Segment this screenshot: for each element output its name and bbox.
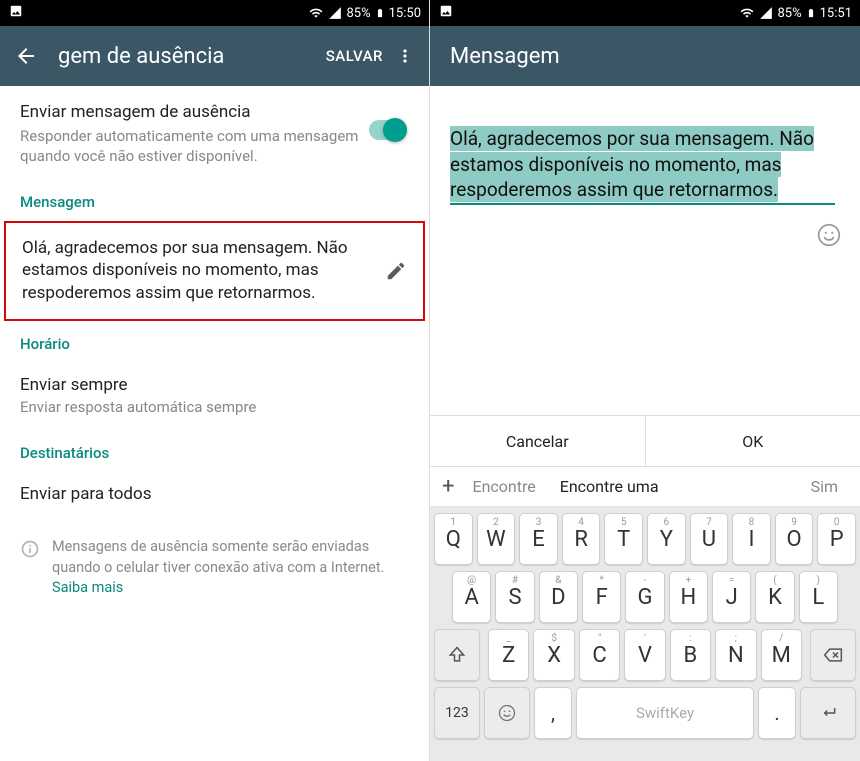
status-bar: 85% 15:51 <box>430 0 860 26</box>
suggestion-2[interactable]: Encontre uma <box>560 477 659 496</box>
backspace-icon <box>821 645 845 665</box>
key-i[interactable]: 8I <box>732 513 771 565</box>
message-preview-text: Olá, agradecemos por sua mensagem. Não e… <box>22 237 385 306</box>
key-q[interactable]: 1Q <box>434 513 473 565</box>
input-underline <box>450 203 835 205</box>
key-e[interactable]: 3E <box>519 513 558 565</box>
away-message-toggle[interactable] <box>369 120 405 140</box>
key-u[interactable]: 7U <box>690 513 729 565</box>
keyboard-row-1: 1Q2W3E4R5T6Y7U8I9O0P <box>434 513 856 565</box>
key-c[interactable]: "C <box>579 629 620 681</box>
key-s[interactable]: #S <box>495 571 534 623</box>
key-t[interactable]: 5T <box>604 513 643 565</box>
schedule-subtitle: Enviar resposta automática sempre <box>20 398 409 416</box>
message-preview-row[interactable]: Olá, agradecemos por sua mensagem. Não e… <box>4 221 425 322</box>
section-schedule-label: Horário <box>0 321 429 363</box>
wifi-icon <box>739 6 755 20</box>
toggle-subtitle: Responder automaticamente com uma mensag… <box>20 126 369 167</box>
key-k[interactable]: (K <box>755 571 794 623</box>
page-title: Mensagem <box>450 44 846 69</box>
message-input-area[interactable]: Olá, agradecemos por sua mensagem. Não e… <box>430 86 860 205</box>
settings-screen: 85% 15:50 gem de ausência SALVAR Enviar … <box>0 0 430 761</box>
signal-icon <box>759 6 773 20</box>
gallery-icon <box>8 4 24 18</box>
battery-percent: 85% <box>346 6 370 21</box>
key-v[interactable]: 'V <box>624 629 665 681</box>
key-g[interactable]: -G <box>625 571 664 623</box>
cancel-button[interactable]: Cancelar <box>430 416 646 466</box>
shift-key[interactable] <box>434 629 480 681</box>
section-recipients-label: Destinatários <box>0 430 429 472</box>
key-p[interactable]: 0P <box>817 513 856 565</box>
schedule-row[interactable]: Enviar sempre Enviar resposta automática… <box>0 363 429 430</box>
key-x[interactable]: $X <box>533 629 574 681</box>
emoji-key[interactable] <box>484 687 530 739</box>
key-z[interactable]: _Z <box>488 629 529 681</box>
clock-text: 15:51 <box>820 6 852 21</box>
suggestion-3[interactable]: Sim <box>811 477 838 496</box>
ok-button[interactable]: OK <box>646 416 860 466</box>
info-row: Mensagens de ausência somente serão envi… <box>0 521 429 610</box>
signal-icon <box>328 6 342 20</box>
key-y[interactable]: 6Y <box>647 513 686 565</box>
toggle-title: Enviar mensagem de ausência <box>20 102 369 122</box>
key-d[interactable]: &D <box>539 571 578 623</box>
smiley-icon <box>816 222 842 248</box>
more-icon[interactable] <box>395 46 415 66</box>
recipients-row[interactable]: Enviar para todos <box>0 472 429 521</box>
key-l[interactable]: )L <box>799 571 838 623</box>
schedule-title: Enviar sempre <box>20 375 409 395</box>
pencil-icon[interactable] <box>385 260 407 282</box>
section-message-label: Mensagem <box>0 179 429 221</box>
numeric-key[interactable]: 123 <box>434 687 480 739</box>
key-n[interactable]: ;N <box>715 629 756 681</box>
edit-message-screen: 85% 15:51 Mensagem Olá, agradecemos por … <box>430 0 860 761</box>
key-f[interactable]: *F <box>582 571 621 623</box>
key-b[interactable]: :B <box>670 629 711 681</box>
away-message-toggle-row: Enviar mensagem de ausência Responder au… <box>0 86 429 179</box>
shift-icon <box>447 645 467 665</box>
key-j[interactable]: =J <box>712 571 751 623</box>
suggestion-1[interactable]: Encontre <box>472 477 535 496</box>
recipients-title: Enviar para todos <box>20 484 409 504</box>
battery-percent: 85% <box>777 6 801 21</box>
info-text: Mensagens de ausência somente serão envi… <box>52 538 384 575</box>
enter-key[interactable] <box>800 687 856 739</box>
key-m[interactable]: /M <box>761 629 802 681</box>
app-bar: gem de ausência SALVAR <box>0 26 429 86</box>
keyboard-row-4: 123 , SwiftKey . <box>434 687 856 739</box>
suggestion-bar: + Encontre Encontre uma Sim <box>430 467 860 507</box>
gallery-icon <box>438 4 454 18</box>
battery-icon <box>806 5 816 21</box>
key-h[interactable]: +H <box>669 571 708 623</box>
comma-key[interactable]: , <box>534 687 572 739</box>
message-input-text[interactable]: Olá, agradecemos por sua mensagem. Não e… <box>450 126 814 202</box>
keyboard-row-3: _Z$X"C'V:B;N/M <box>434 629 856 681</box>
add-suggestion-button[interactable]: + <box>442 474 454 499</box>
learn-more-link[interactable]: Saiba mais <box>52 579 123 596</box>
battery-icon <box>375 5 385 21</box>
clock-text: 15:50 <box>389 6 421 21</box>
save-button[interactable]: SALVAR <box>326 47 383 65</box>
keyboard-row-2: @A#S&D*F-G+H=J(K)L <box>434 571 856 623</box>
backspace-key[interactable] <box>810 629 856 681</box>
key-w[interactable]: 2W <box>477 513 516 565</box>
dialog-buttons: Cancelar OK <box>430 415 860 467</box>
period-key[interactable]: . <box>758 687 796 739</box>
app-bar: Mensagem <box>430 26 860 86</box>
page-title: gem de ausência <box>58 44 326 69</box>
smiley-icon <box>497 703 517 723</box>
info-icon <box>20 539 40 559</box>
status-bar: 85% 15:50 <box>0 0 429 26</box>
back-icon[interactable] <box>14 44 38 68</box>
emoji-button[interactable] <box>816 222 842 252</box>
enter-icon <box>816 703 840 723</box>
key-a[interactable]: @A <box>452 571 491 623</box>
wifi-icon <box>308 6 324 20</box>
key-o[interactable]: 9O <box>775 513 814 565</box>
key-r[interactable]: 4R <box>562 513 601 565</box>
space-key[interactable]: SwiftKey <box>576 687 754 739</box>
keyboard: 1Q2W3E4R5T6Y7U8I9O0P @A#S&D*F-G+H=J(K)L … <box>430 507 860 761</box>
